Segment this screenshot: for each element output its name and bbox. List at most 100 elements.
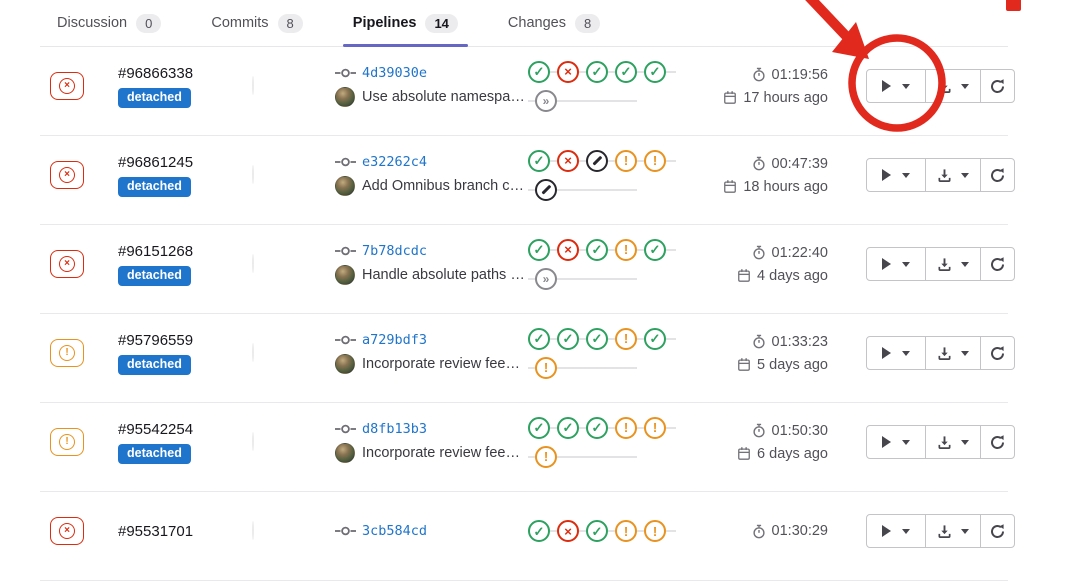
avatar[interactable] [252,343,254,362]
stage-warning-icon[interactable]: ! [615,239,637,261]
commit-author-avatar[interactable] [335,265,355,285]
commit-message-line: Use absolute namespa… [335,87,528,107]
pipeline-id-link[interactable]: #95531701 [118,523,193,540]
calendar-icon [723,90,737,105]
retry-pipeline-button[interactable] [980,69,1015,103]
pipeline-age: 5 days ago [737,357,828,373]
stage-success-icon[interactable]: ✓ [644,239,666,261]
pipeline-status-badge[interactable]: × [50,161,84,189]
tab-changes[interactable]: Changes 8 [505,0,603,46]
run-manual-jobs-button[interactable] [866,247,926,281]
stage-warning-icon[interactable]: ! [644,150,666,172]
stage-connector [637,71,644,73]
pipeline-id-link[interactable]: #95796559 [118,332,193,349]
stage-failed-icon[interactable]: × [557,150,579,172]
commit-sha-link[interactable]: 7b78dcdc [362,243,427,259]
commit-author-avatar[interactable] [335,354,355,374]
stage-warning-icon[interactable]: ! [615,328,637,350]
stage-connector [579,160,586,162]
stage-warning-icon[interactable]: ! [644,520,666,542]
stage-success-icon[interactable]: ✓ [557,417,579,439]
stage-failed-icon[interactable]: × [557,239,579,261]
commit-message-line: Incorporate review fee… [335,354,528,374]
downstream-status-icon[interactable]: » [535,90,557,112]
commit-author-avatar[interactable] [335,87,355,107]
tab-discussion[interactable]: Discussion 0 [54,0,164,46]
commit-sha-link[interactable]: 3cb584cd [362,523,427,539]
stage-success-icon[interactable]: ✓ [586,61,608,83]
stage-success-icon[interactable]: ✓ [586,417,608,439]
stage-success-icon[interactable]: ✓ [615,61,637,83]
tab-count-badge: 14 [425,14,457,33]
tab-pipelines[interactable]: Pipelines 14 [350,0,461,46]
avatar[interactable] [252,254,254,273]
stage-success-icon[interactable]: ✓ [528,328,550,350]
downstream-status-icon[interactable]: ! [535,446,557,468]
stage-success-icon[interactable]: ✓ [586,328,608,350]
commit-cell: 3cb584cd [335,523,528,539]
stage-success-icon[interactable]: ✓ [528,417,550,439]
pipeline-status-badge[interactable]: × [50,250,84,278]
pipeline-id-link[interactable]: #95542254 [118,421,193,438]
stage-connector [528,456,535,458]
run-manual-jobs-button[interactable] [866,158,926,192]
commit-author-avatar[interactable] [335,176,355,196]
avatar[interactable] [252,432,254,451]
stage-warning-icon[interactable]: ! [644,417,666,439]
stage-canceled-icon[interactable] [586,150,608,172]
retry-pipeline-button[interactable] [980,247,1015,281]
stage-success-icon[interactable]: ✓ [586,520,608,542]
avatar[interactable] [252,165,254,184]
commit-sha-link[interactable]: d8fb13b3 [362,421,427,437]
stage-success-icon[interactable]: ✓ [644,61,666,83]
download-artifacts-button[interactable] [925,247,981,281]
downstream-status-icon[interactable]: ! [535,357,557,379]
avatar[interactable] [252,76,254,95]
stage-failed-icon[interactable]: × [557,520,579,542]
commit-sha-link[interactable]: a729bdf3 [362,332,427,348]
stage-warning-icon[interactable]: ! [615,417,637,439]
downstream-status-icon[interactable] [535,179,557,201]
retry-pipeline-button[interactable] [980,158,1015,192]
pipeline-status-badge[interactable]: × [50,72,84,100]
download-artifacts-button[interactable] [925,336,981,370]
run-manual-jobs-button[interactable] [866,425,926,459]
run-manual-jobs-button[interactable] [866,336,926,370]
stage-success-icon[interactable]: ✓ [528,61,550,83]
commit-sha-link[interactable]: 4d39030e [362,65,427,81]
stage-success-icon[interactable]: ✓ [528,520,550,542]
retry-pipeline-button[interactable] [980,336,1015,370]
download-artifacts-button[interactable] [925,69,981,103]
stage-warning-icon[interactable]: ! [615,150,637,172]
download-artifacts-button[interactable] [925,158,981,192]
stage-warning-icon[interactable]: ! [615,520,637,542]
avatar[interactable] [252,521,254,540]
stage-success-icon[interactable]: ✓ [644,328,666,350]
stage-success-icon[interactable]: ✓ [528,150,550,172]
pipeline-id-link[interactable]: #96866338 [118,65,193,82]
stage-success-icon[interactable]: ✓ [557,328,579,350]
download-artifacts-button[interactable] [925,514,981,548]
downstream-line: » [528,90,700,112]
pipeline-id-link[interactable]: #96151268 [118,243,193,260]
pipeline-status-badge[interactable]: ! [50,428,84,456]
pipeline-status-badge[interactable]: × [50,517,84,545]
retry-pipeline-button[interactable] [980,514,1015,548]
run-manual-jobs-button[interactable] [866,514,926,548]
stage-connector [528,100,535,102]
pipeline-status-badge[interactable]: ! [50,339,84,367]
stage-success-icon[interactable]: ✓ [528,239,550,261]
timer-icon [752,334,766,349]
tab-commits[interactable]: Commits 8 [208,0,305,46]
downstream-status-icon[interactable]: » [535,268,557,290]
download-artifacts-button[interactable] [925,425,981,459]
calendar-icon [737,268,751,283]
commit-sha-link[interactable]: e32262c4 [362,154,427,170]
run-manual-jobs-button[interactable] [866,69,926,103]
stage-success-icon[interactable]: ✓ [586,239,608,261]
retry-pipeline-button[interactable] [980,425,1015,459]
download-icon [937,346,952,361]
commit-author-avatar[interactable] [335,443,355,463]
pipeline-id-link[interactable]: #96861245 [118,154,193,171]
stage-failed-icon[interactable]: × [557,61,579,83]
